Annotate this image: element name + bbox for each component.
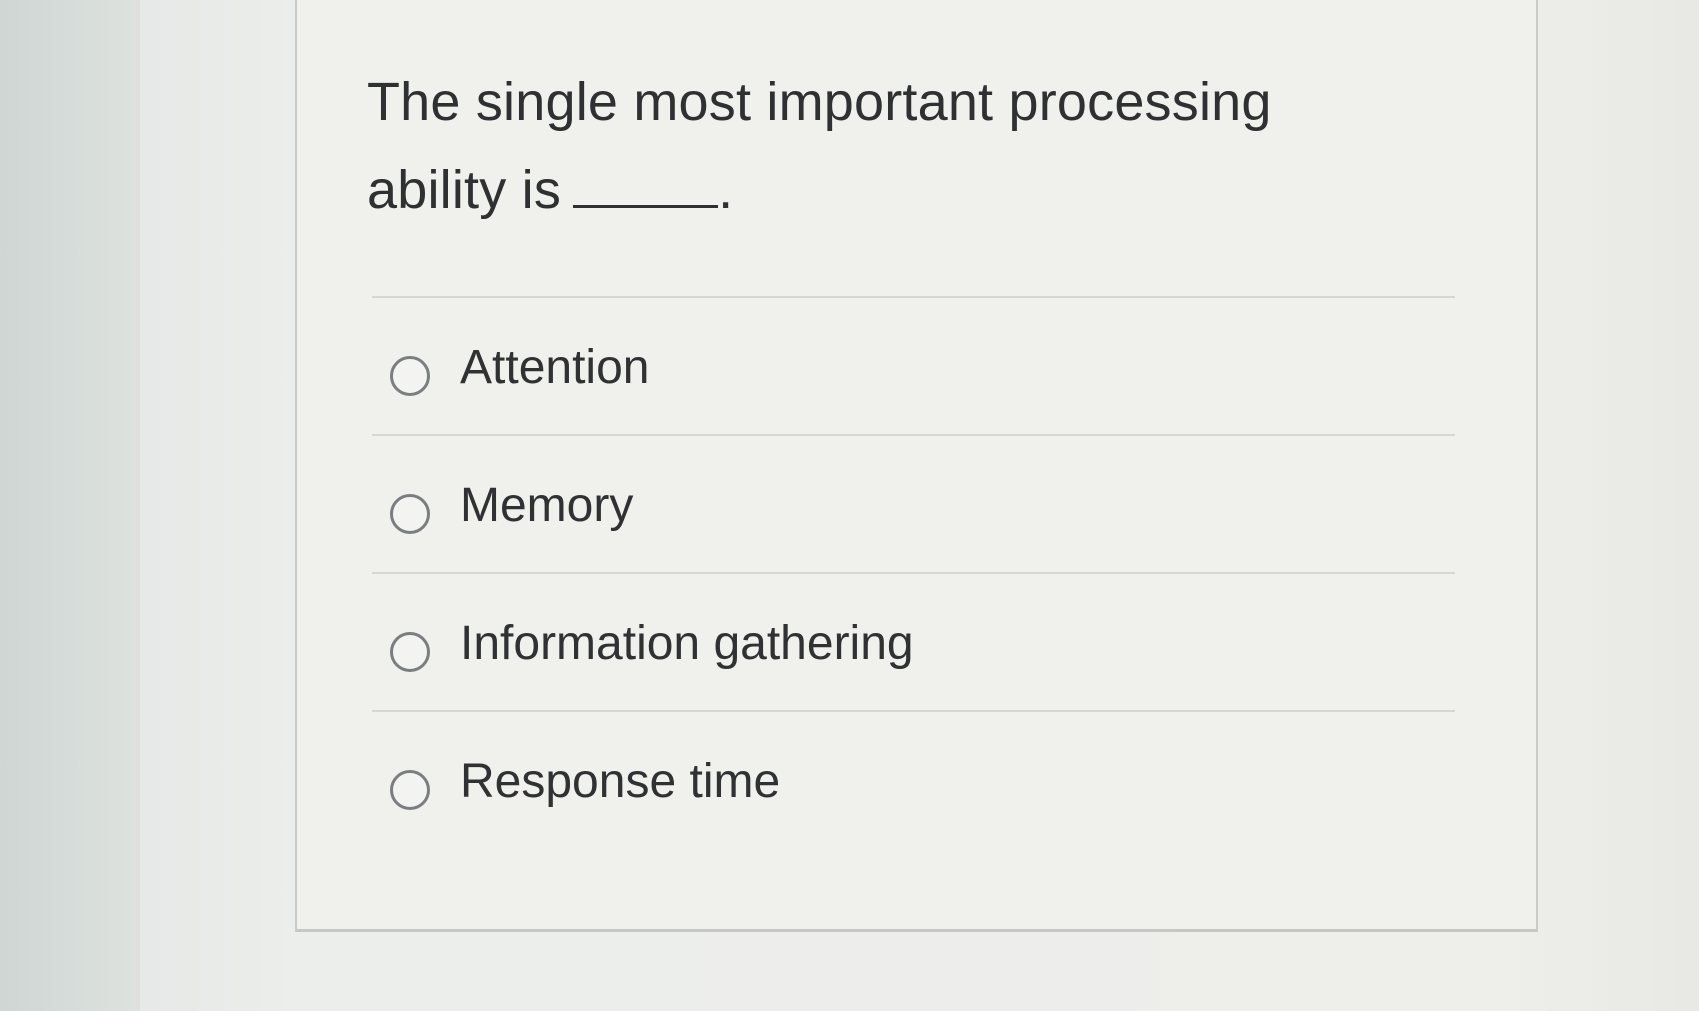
- question-period: .: [718, 160, 734, 220]
- background-edge: [0, 0, 140, 1011]
- answer-label: Attention: [460, 341, 650, 394]
- radio-button[interactable]: [390, 632, 430, 672]
- question-card: The single most important processing abi…: [295, 0, 1538, 932]
- answer-option-information-gathering[interactable]: Information gathering: [372, 572, 1455, 710]
- question-text-line-2: ability is: [367, 160, 562, 220]
- radio-button[interactable]: [390, 770, 430, 810]
- question-text-line-1: The single most important processing: [367, 72, 1272, 132]
- answer-options-list: Attention Memory Information gathering R…: [372, 296, 1455, 848]
- answer-option-attention[interactable]: Attention: [372, 296, 1455, 434]
- answer-option-response-time[interactable]: Response time: [372, 710, 1455, 848]
- answer-label: Information gathering: [460, 617, 914, 670]
- answer-label: Response time: [460, 755, 781, 808]
- answer-label: Memory: [460, 479, 634, 532]
- radio-button[interactable]: [390, 494, 430, 534]
- radio-button[interactable]: [390, 356, 430, 396]
- answer-blank: [573, 167, 719, 208]
- answer-option-memory[interactable]: Memory: [372, 434, 1455, 572]
- question-text: The single most important processing abi…: [367, 58, 1407, 234]
